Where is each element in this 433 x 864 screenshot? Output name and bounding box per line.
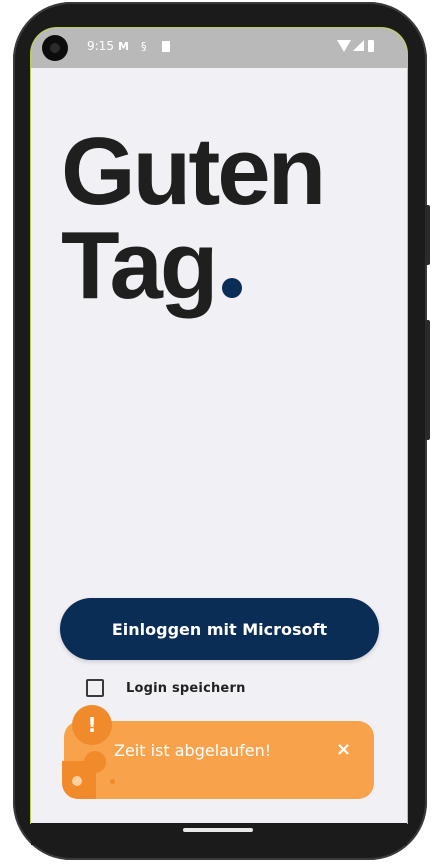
- toast-decoration: [110, 779, 115, 784]
- battery-icon: [368, 40, 374, 52]
- greeting-line-2: Tag: [61, 218, 391, 314]
- home-gesture-handle[interactable]: [183, 828, 253, 832]
- volume-button: [425, 205, 430, 265]
- toast-decoration: [84, 751, 106, 773]
- navigation-bar: [31, 823, 407, 845]
- gmail-icon: M: [118, 40, 129, 53]
- remember-login-checkbox[interactable]: [86, 679, 104, 697]
- status-time: 9:15: [87, 39, 114, 53]
- signal-icon: [353, 40, 364, 51]
- sd-card-icon: [162, 41, 170, 52]
- accent-dot: [221, 278, 242, 298]
- greeting-line-1: Guten: [61, 118, 326, 225]
- greeting-heading: Guten Tag: [61, 118, 391, 314]
- greeting-word: Tag: [61, 212, 219, 319]
- microsoft-login-button[interactable]: Einloggen mit Microsoft: [60, 598, 379, 660]
- sync-icon: §: [141, 40, 147, 53]
- toast-decoration: [72, 776, 82, 786]
- close-icon[interactable]: ×: [336, 739, 351, 760]
- remember-login-label[interactable]: Login speichern: [126, 681, 246, 696]
- wifi-icon: [337, 40, 351, 52]
- status-bar: 9:15 M §: [31, 28, 407, 68]
- toast-message: Zeit ist abgelaufen!: [114, 741, 272, 760]
- front-camera: [42, 35, 68, 61]
- remember-login-row[interactable]: Login speichern: [86, 679, 246, 697]
- app-screen: 9:15 M § Guten Tag Einloggen mit Microso…: [31, 28, 407, 823]
- warning-icon: !: [72, 705, 112, 745]
- timeout-toast: ! Zeit ist abgelaufen! ×: [62, 705, 374, 799]
- power-button: [425, 320, 430, 440]
